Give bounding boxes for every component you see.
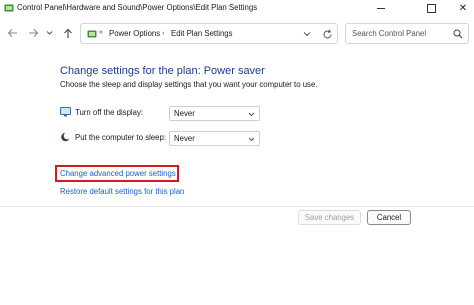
minimize-button[interactable]: [364, 0, 398, 17]
up-button[interactable]: [60, 25, 76, 41]
forward-button[interactable]: [25, 25, 41, 41]
monitor-icon: [60, 107, 71, 117]
display-timeout-value: Never: [174, 109, 195, 118]
advanced-power-settings-link[interactable]: Change advanced power settings: [60, 169, 176, 178]
recent-locations-button[interactable]: [44, 25, 54, 41]
main-content: Change settings for the plan: Power save…: [0, 50, 474, 305]
page-title: Change settings for the plan: Power save…: [60, 65, 265, 77]
title-bar: Control Panel\Hardware and Sound\Power O…: [0, 0, 474, 17]
display-timeout-label: Turn off the display:: [75, 108, 144, 117]
back-button[interactable]: [4, 25, 20, 41]
arrow-up-icon: [64, 28, 72, 38]
sleep-timeout-label: Put the computer to sleep:: [75, 133, 167, 142]
search-input[interactable]: Search Control Panel: [352, 29, 426, 38]
chevron-down-icon: [248, 112, 255, 117]
page-description: Choose the sleep and display settings th…: [60, 80, 318, 89]
close-button[interactable]: ✕: [446, 0, 474, 17]
chevron-down-icon: [248, 137, 255, 142]
cancel-button[interactable]: Cancel: [367, 210, 411, 225]
window-title: Control Panel\Hardware and Sound\Power O…: [17, 3, 258, 12]
control-panel-icon: [4, 4, 14, 12]
breadcrumb-power-options[interactable]: Power Options: [109, 29, 160, 38]
arrow-right-icon: [28, 29, 38, 37]
display-timeout-select[interactable]: Never: [169, 106, 260, 121]
breadcrumb-edit-plan-settings[interactable]: Edit Plan Settings: [171, 29, 233, 38]
search-box[interactable]: Search Control Panel: [345, 23, 469, 44]
chevron-down-icon[interactable]: [303, 30, 311, 38]
divider: [0, 206, 474, 207]
refresh-icon[interactable]: [322, 29, 333, 40]
chevron-down-icon: [46, 31, 52, 35]
address-bar[interactable]: « Power Options › Edit Plan Settings: [80, 23, 338, 44]
navigation-bar: « Power Options › Edit Plan Settings Sea…: [0, 19, 474, 47]
address-overflow[interactable]: «: [99, 29, 103, 36]
restore-defaults-link[interactable]: Restore default settings for this plan: [60, 187, 184, 196]
breadcrumb-separator[interactable]: ›: [162, 30, 164, 37]
search-icon: [453, 29, 463, 39]
sleep-timeout-select[interactable]: Never: [169, 131, 260, 146]
save-changes-button[interactable]: Save changes: [298, 210, 361, 225]
arrow-left-icon: [7, 29, 17, 37]
maximize-button[interactable]: [414, 0, 448, 17]
control-panel-icon: [87, 30, 97, 38]
moon-icon: [61, 132, 71, 142]
sleep-timeout-value: Never: [174, 134, 195, 143]
